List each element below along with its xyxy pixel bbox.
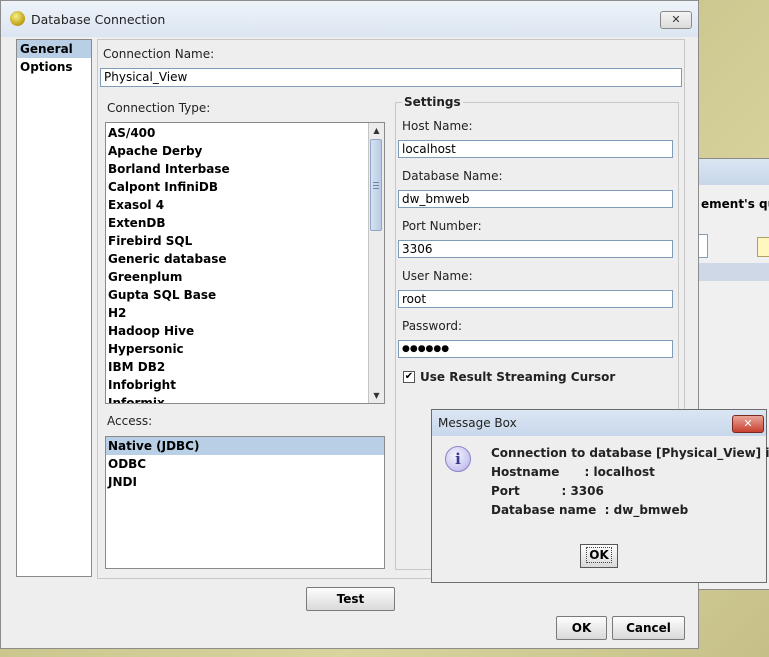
user-name-label: User Name: [402, 269, 473, 283]
message-line-port: Port : 3306 [491, 484, 604, 498]
message-line-hostname: Hostname : localhost [491, 465, 655, 479]
connection-type-item[interactable]: Informix [106, 394, 384, 403]
message-box: Message Box ✕ i Connection to database [… [431, 409, 769, 583]
connection-type-item[interactable]: H2 [106, 304, 384, 322]
connection-type-item[interactable]: IBM DB2 [106, 358, 384, 376]
scroll-down-button[interactable]: ▼ [369, 388, 384, 403]
access-label: Access: [107, 414, 153, 428]
scroll-thumb[interactable] [370, 139, 382, 231]
test-button[interactable]: Test [306, 587, 395, 611]
message-box-ok-button[interactable]: OK [580, 544, 618, 568]
checkmark-icon: ✔ [404, 371, 414, 382]
connection-type-scrollbar[interactable]: ▲ ▼ [368, 123, 384, 403]
access-option-odbc[interactable]: ODBC [106, 455, 384, 473]
dialog-titlebar[interactable]: Database Connection ✕ [1, 1, 698, 37]
access-option-native-jdbc[interactable]: Native (JDBC) [106, 437, 384, 455]
access-list[interactable]: Native (JDBC) ODBC JNDI [105, 436, 385, 569]
connection-type-item[interactable]: Firebird SQL [106, 232, 384, 250]
message-box-close-button[interactable]: ✕ [732, 415, 764, 433]
connection-type-item[interactable]: Hadoop Hive [106, 322, 384, 340]
connection-name-input[interactable]: Physical_View [100, 68, 682, 87]
connection-type-item[interactable]: AS/400 [106, 124, 384, 142]
background-window-titlebar [691, 159, 769, 185]
message-box-title: Message Box [438, 416, 517, 430]
connection-type-item[interactable]: Borland Interbase [106, 160, 384, 178]
cancel-button[interactable]: Cancel [612, 616, 685, 640]
info-icon: i [445, 446, 471, 472]
user-name-input[interactable]: root [398, 290, 673, 308]
connection-type-label: Connection Type: [107, 101, 211, 115]
connection-type-item[interactable]: Generic database [106, 250, 384, 268]
host-name-label: Host Name: [402, 119, 473, 133]
connection-type-item[interactable]: Hypersonic [106, 340, 384, 358]
message-box-titlebar[interactable]: Message Box ✕ [432, 410, 766, 436]
dialog-close-button[interactable]: ✕ [660, 11, 692, 29]
scroll-up-button[interactable]: ▲ [369, 123, 384, 138]
connection-type-item[interactable]: Apache Derby [106, 142, 384, 160]
port-number-input[interactable]: 3306 [398, 240, 673, 258]
message-box-ok-label: OK [586, 547, 612, 563]
streaming-cursor-label: Use Result Streaming Cursor [420, 370, 616, 384]
port-number-label: Port Number: [402, 219, 482, 233]
database-name-input[interactable]: dw_bmweb [398, 190, 673, 208]
background-window-text: ement's que [701, 197, 769, 211]
message-line-status: Connection to database [Physical_View] i… [491, 446, 769, 460]
settings-title: Settings [402, 95, 463, 109]
nav-item-options[interactable]: Options [17, 58, 91, 76]
host-name-input[interactable]: localhost [398, 140, 673, 158]
message-line-database: Database name : dw_bmweb [491, 503, 689, 517]
pencil-icon[interactable] [757, 237, 769, 257]
dialog-title: Database Connection [31, 12, 166, 27]
connection-type-item[interactable]: Gupta SQL Base [106, 286, 384, 304]
streaming-cursor-checkbox[interactable]: ✔ [403, 371, 415, 383]
connection-type-item[interactable]: ExtenDB [106, 214, 384, 232]
app-icon [10, 11, 25, 26]
connection-type-item[interactable]: Infobright [106, 376, 384, 394]
connection-type-item[interactable]: Exasol 4 [106, 196, 384, 214]
connection-type-list[interactable]: AS/400 Apache Derby Borland Interbase Calpo… [105, 122, 385, 404]
ok-button[interactable]: OK [556, 616, 607, 640]
access-option-jndi[interactable]: JNDI [106, 473, 384, 491]
connection-name-label: Connection Name: [103, 47, 215, 61]
password-label: Password: [402, 319, 463, 333]
category-nav: General Options [16, 39, 92, 577]
background-window-strip [691, 263, 769, 281]
nav-item-general[interactable]: General [17, 40, 91, 58]
database-name-label: Database Name: [402, 169, 503, 183]
connection-type-item[interactable]: Calpont InfiniDB [106, 178, 384, 196]
password-input[interactable]: ●●●●●● [398, 340, 673, 358]
connection-type-item[interactable]: Greenplum [106, 268, 384, 286]
